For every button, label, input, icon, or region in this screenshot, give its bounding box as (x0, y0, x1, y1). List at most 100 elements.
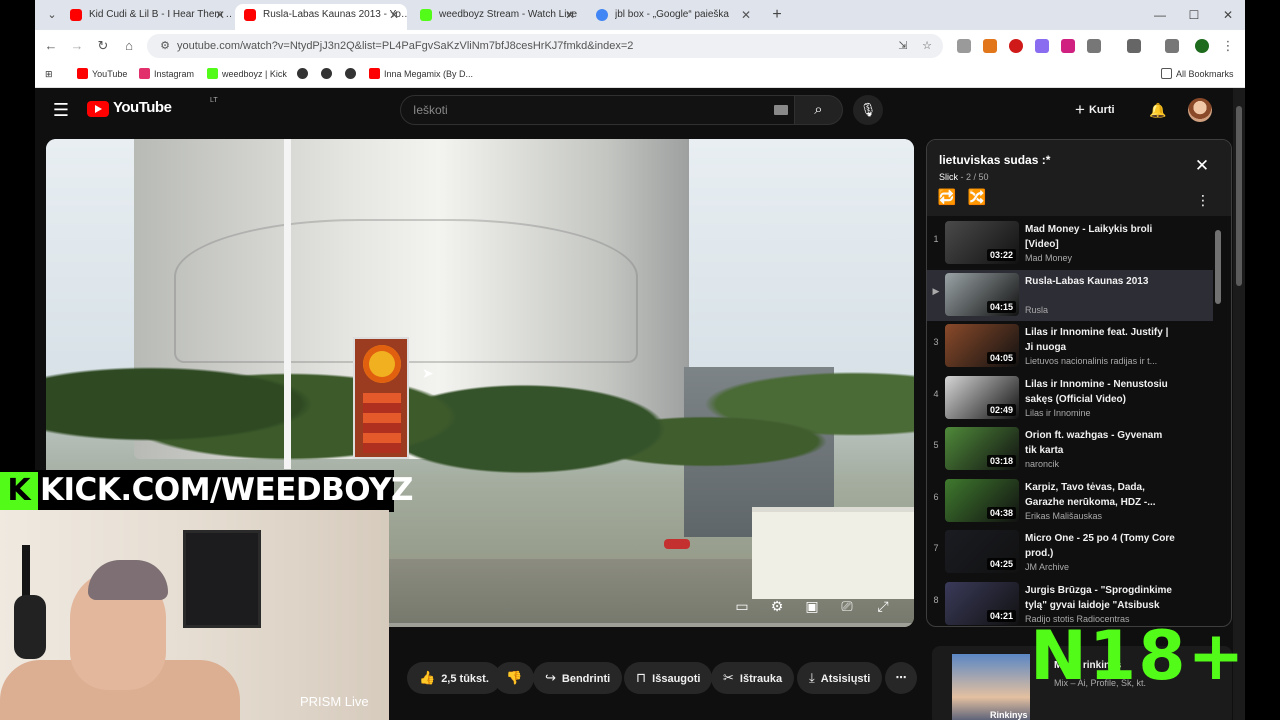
playlist-item[interactable]: 7 04:25 Micro One - 25 po 4 (Tomy Core pro… (927, 527, 1213, 578)
playlist-item-channel: Lietuvos nacionalinis radijas ir t... (1025, 356, 1158, 366)
cast-icon[interactable]: ⎚ (834, 594, 860, 618)
playlist-item-channel: Mad Money (1025, 253, 1073, 263)
shield-extension-icon[interactable] (1061, 39, 1075, 53)
scrollbar-thumb[interactable] (1236, 106, 1242, 286)
puzzle-icon[interactable] (1087, 39, 1101, 53)
bookmark-globe[interactable] (345, 62, 360, 86)
tab-0[interactable]: Kid Cudi & Lil B - I Hear Them Calling ✕ (61, 4, 233, 30)
subtitles-icon[interactable]: ▭ (729, 594, 755, 618)
dislike-button[interactable]: 👎 (494, 662, 534, 694)
close-tab-icon[interactable]: ✕ (215, 4, 225, 26)
mouse-cursor-icon: ➤ (422, 365, 434, 381)
profile-icon[interactable] (1195, 39, 1209, 53)
site-info-icon[interactable]: ⚙ (157, 38, 173, 54)
tab-title: jbl box - „Google“ paieška (615, 9, 729, 20)
playlist-item-title: Lilas ir Innomine feat. Justify | Ji nuo… (1025, 327, 1169, 353)
playlist-item-title: Jurgis Brūzga - "Sprogdinkime tylą" gyva… (1025, 584, 1172, 611)
playlist-item-thumbnail: 04:05 (945, 324, 1019, 367)
tab-3[interactable]: jbl box - „Google“ paieška ✕ (587, 4, 759, 30)
search-input[interactable]: Ieškoti (400, 95, 795, 125)
playlist-item[interactable]: 6 04:38 Karpiz, Tavo tėvas, Dada, Garazhe … (927, 476, 1213, 527)
prism-live-watermark: PRISM Live (300, 694, 369, 709)
playlist-item-index: 7 (933, 543, 939, 553)
close-playlist-icon[interactable]: ✕ (1192, 156, 1212, 176)
bookmark-globe[interactable] (297, 62, 312, 86)
theater-mode-icon[interactable]: ▣ (799, 594, 825, 618)
tab-2[interactable]: weedboyz Stream - Watch Live ✕ (411, 4, 583, 30)
bookmark-inna[interactable]: Inna Megamix (By D... (369, 62, 473, 86)
playlist-item-title: Micro One - 25 po 4 (Tomy Core prod.) (1025, 533, 1175, 559)
playlist-item-channel: naroncik (1025, 459, 1060, 469)
clip-label: Ištrauka (739, 673, 783, 685)
playlist-item[interactable]: ▶ 04:15 Rusla-Labas Kaunas 2013 Rusla (927, 269, 1213, 321)
playlist-item-thumbnail: 04:25 (945, 530, 1019, 573)
close-tab-icon[interactable]: ✕ (565, 4, 575, 26)
address-bar[interactable]: ⚙ youtube.com/watch?v=NtydPjJ3n2Q&list=P… (147, 34, 943, 58)
fullscreen-icon[interactable]: ⤢ (870, 594, 896, 618)
playlist-item[interactable]: 1 03:22 Mad Money - Laikykis broli [Video]… (927, 218, 1213, 269)
playlist-item-duration: 04:21 (986, 609, 1016, 622)
playlist-more-icon[interactable]: ⋮ (1193, 190, 1213, 210)
extension-icon[interactable] (957, 39, 971, 53)
all-bookmarks-label: All Bookmarks (1176, 69, 1234, 79)
globe-icon (345, 68, 356, 79)
playlist-item[interactable]: 5 03:18 Orion ft. wazhgas - Gyvenam tik ka… (927, 424, 1213, 475)
playlist-item[interactable]: 4 02:49 Lilas ir Innomine - Nenustosiu sak… (927, 373, 1213, 424)
downloads-icon[interactable] (1165, 39, 1179, 53)
playlist-title[interactable]: lietuviskas sudas :* (939, 153, 1050, 167)
close-window-icon[interactable]: ✕ (1213, 4, 1243, 26)
share-button[interactable]: ↪ Bendrinti (533, 662, 623, 694)
bookmark-label: weedboyz | Kick (222, 69, 287, 79)
maximize-icon[interactable]: ☐ (1179, 4, 1209, 26)
all-bookmarks[interactable]: All Bookmarks (1161, 62, 1234, 86)
bookmarks-bar: ⊞ YouTube Instagram weedboyz | Kick Inna… (35, 62, 1245, 88)
kick-icon (207, 68, 218, 79)
tab-search-icon[interactable]: ⌄ (41, 4, 63, 26)
webcam-overlay: PRISM Live (0, 510, 389, 720)
notifications-bell-icon[interactable]: 🔔 (1145, 95, 1171, 125)
side-panel-icon[interactable] (1127, 39, 1141, 53)
playlist-scrollbar[interactable] (1215, 230, 1221, 304)
loop-icon[interactable]: 🔁 (937, 188, 957, 208)
create-button[interactable]: + Kurti (1075, 95, 1115, 125)
more-icon: ⋯ (895, 672, 907, 684)
bookmark-star-icon[interactable]: ☆ (919, 38, 935, 54)
clip-button[interactable]: ✂ Ištrauka (711, 662, 795, 694)
kick-banner: K KICK.COM/WEEDBOYZ (0, 470, 413, 512)
tab-1[interactable]: Rusla-Labas Kaunas 2013 - YouTube ✕ (235, 4, 407, 30)
bookmark-kick[interactable]: weedboyz | Kick (207, 62, 287, 86)
more-actions-button[interactable]: ⋯ (885, 662, 917, 694)
settings-gear-icon[interactable]: ⚙ (764, 594, 790, 618)
url-text[interactable]: youtube.com/watch?v=NtydPjJ3n2Q&list=PL4… (177, 34, 633, 58)
reload-icon[interactable]: ↻ (92, 35, 114, 57)
adblock-icon[interactable] (1009, 39, 1023, 53)
download-button[interactable]: ⤓ Atsisiųsti (797, 662, 883, 694)
close-tab-icon[interactable]: ✕ (741, 4, 751, 26)
forward-icon[interactable]: → (66, 35, 88, 57)
bookmark-globe[interactable] (321, 62, 336, 86)
save-button[interactable]: ⊓ Išsaugoti (624, 662, 713, 694)
back-icon[interactable]: ← (40, 35, 62, 57)
bookmark-label: Instagram (154, 69, 195, 79)
playlist-item[interactable]: 3 04:05 Lilas ir Innomine feat. Justify | … (927, 321, 1213, 372)
playlist-owner[interactable]: Slick (939, 172, 958, 182)
menu-icon[interactable]: ⋮ (1217, 35, 1239, 57)
home-icon[interactable]: ⌂ (118, 35, 140, 57)
bookmark-youtube[interactable]: YouTube (77, 62, 127, 86)
avatar[interactable] (1188, 98, 1212, 122)
metamask-icon[interactable] (983, 39, 997, 53)
extension-icon[interactable] (1035, 39, 1049, 53)
apps-icon[interactable]: ⊞ (45, 62, 53, 86)
bookmark-instagram[interactable]: Instagram (139, 62, 194, 86)
menu-hamburger-icon[interactable]: ☰ (51, 98, 71, 122)
search-button[interactable]: ⌕ (795, 95, 843, 125)
close-tab-icon[interactable]: ✕ (389, 4, 399, 26)
keyboard-icon[interactable] (774, 105, 788, 115)
install-icon[interactable]: ⇲ (895, 38, 911, 54)
voice-search-button[interactable]: 🎙 (853, 95, 883, 125)
like-button[interactable]: 👍 2,5 tūkst. (407, 662, 501, 694)
shuffle-icon[interactable]: 🔀 (967, 188, 987, 208)
playlist-panel: lietuviskas sudas :* Slick - 2 / 50 ✕ 🔁 … (926, 139, 1232, 627)
new-tab-button[interactable]: + (766, 4, 788, 26)
minimize-icon[interactable]: — (1145, 4, 1175, 26)
